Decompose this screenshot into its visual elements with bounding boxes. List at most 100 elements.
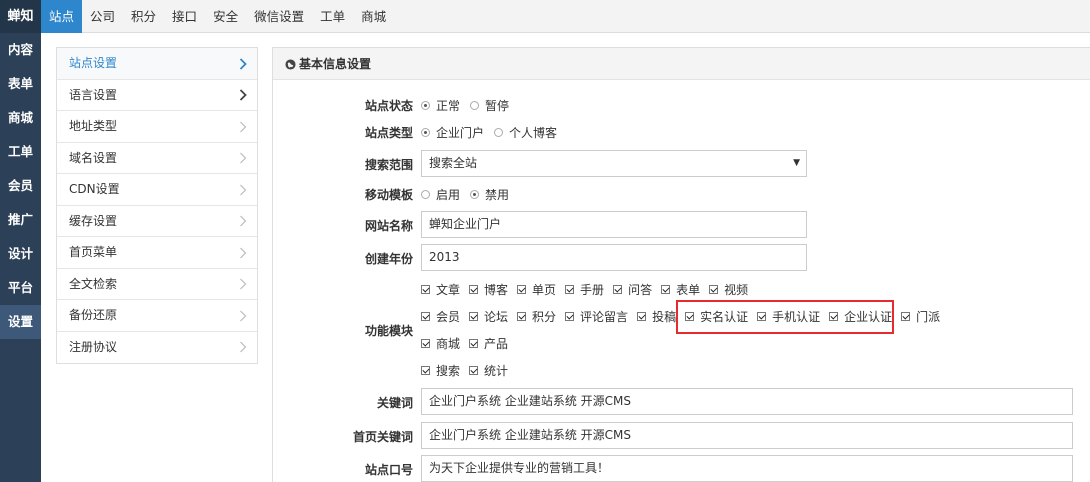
top-tab[interactable]: 微信设置 bbox=[246, 0, 312, 33]
search-scope-select[interactable]: 搜索全站 ▼ bbox=[421, 150, 807, 177]
settings-submenu: 站点设置语言设置 地址类型 域名设置 CDN设置缓存设置 首页菜单 全文检索 备份还原 注册协… bbox=[56, 47, 258, 364]
checkbox[interactable] bbox=[565, 311, 575, 321]
panel-header: 基本信息设置 bbox=[273, 48, 1090, 80]
module-checkbox[interactable]: 会员 bbox=[421, 309, 461, 324]
checkbox[interactable] bbox=[709, 284, 719, 294]
slogan-row: 站点口号 为天下企业提供专业的营销工具！ bbox=[273, 455, 1090, 482]
mobile-template-label: 移动模板 bbox=[364, 188, 413, 202]
checkbox[interactable] bbox=[637, 311, 647, 321]
site-type-option[interactable]: 企业门户 bbox=[421, 124, 484, 141]
home-keywords-input[interactable]: 企业门户系统 企业建站系统 开源CMS bbox=[421, 422, 1073, 449]
top-tab[interactable]: 公司 bbox=[82, 0, 123, 33]
sidebar-item[interactable]: 设计 bbox=[0, 237, 41, 271]
radio-button[interactable] bbox=[470, 101, 480, 110]
top-tab[interactable]: 积分 bbox=[123, 0, 164, 33]
slogan-input[interactable]: 为天下企业提供专业的营销工具！ bbox=[421, 455, 1073, 482]
checkbox[interactable] bbox=[469, 365, 479, 375]
radio-button[interactable] bbox=[494, 128, 504, 137]
checkbox[interactable] bbox=[565, 284, 575, 294]
radio-button[interactable] bbox=[421, 190, 430, 199]
panel-title: 基本信息设置 bbox=[299, 57, 372, 71]
module-checkbox[interactable]: 搜索 bbox=[421, 363, 461, 378]
checkbox[interactable] bbox=[421, 284, 430, 294]
checkbox[interactable] bbox=[517, 284, 527, 294]
submenu-item[interactable]: 备份还原 bbox=[57, 300, 257, 332]
chevron-right-icon bbox=[237, 174, 249, 205]
top-tab[interactable]: 商城 bbox=[353, 0, 394, 33]
sidebar-item[interactable]: 会员 bbox=[0, 169, 41, 203]
sidebar-item[interactable]: 表单 bbox=[0, 67, 41, 101]
checkbox[interactable] bbox=[661, 284, 671, 294]
module-checkbox[interactable]: 论坛 bbox=[469, 309, 508, 324]
module-checkbox[interactable]: 文章 bbox=[421, 282, 460, 297]
submenu-item[interactable]: 语言设置 bbox=[57, 80, 257, 111]
module-checkbox[interactable]: 评论留言 bbox=[565, 309, 628, 324]
module-checkbox[interactable]: 博客 bbox=[469, 282, 508, 297]
mobile-template-option[interactable]: 禁用 bbox=[470, 186, 509, 203]
module-checkbox-label: 积分 bbox=[532, 309, 557, 324]
submenu-item-label: 站点设置 bbox=[69, 56, 118, 70]
top-tab[interactable]: 接口 bbox=[164, 0, 205, 33]
sidebar-item[interactable]: 推广 bbox=[0, 203, 41, 237]
checkbox[interactable] bbox=[469, 311, 479, 321]
brand-logo[interactable]: 蝉知 bbox=[0, 0, 41, 33]
submenu-item[interactable]: 首页菜单 bbox=[57, 237, 257, 269]
module-checkbox[interactable]: 门派 bbox=[901, 309, 941, 324]
top-tab[interactable]: 工单 bbox=[312, 0, 353, 33]
submenu-item[interactable]: 全文检索 bbox=[57, 269, 257, 300]
site-status-option[interactable]: 暂停 bbox=[470, 97, 509, 114]
radio-button[interactable] bbox=[470, 190, 480, 199]
module-checkbox[interactable]: 商城 bbox=[421, 336, 461, 351]
site-status-option[interactable]: 正常 bbox=[421, 97, 460, 114]
keywords-input[interactable]: 企业门户系统 企业建站系统 开源CMS bbox=[421, 388, 1073, 415]
founded-year-row: 创建年份 2013 bbox=[273, 244, 1090, 271]
sidebar-item[interactable]: 内容 bbox=[0, 33, 41, 67]
checkbox[interactable] bbox=[901, 311, 911, 321]
sidebar-item[interactable]: 商城 bbox=[0, 101, 41, 135]
module-checkbox[interactable]: 产品 bbox=[469, 336, 508, 351]
chevron-right-icon bbox=[237, 143, 249, 174]
chevron-right-icon bbox=[237, 237, 249, 268]
radio-button[interactable] bbox=[421, 128, 430, 137]
module-checkbox-label: 门派 bbox=[916, 309, 941, 324]
submenu-item[interactable]: 缓存设置 bbox=[57, 206, 257, 237]
checkbox[interactable] bbox=[613, 284, 623, 294]
checkbox[interactable] bbox=[421, 365, 430, 375]
module-checkbox-label: 搜索 bbox=[436, 363, 461, 378]
checkbox[interactable] bbox=[421, 338, 430, 348]
module-checkbox-label: 商城 bbox=[436, 336, 461, 351]
module-checkbox-label: 单页 bbox=[532, 282, 557, 297]
sidebar-item[interactable]: 平台 bbox=[0, 271, 41, 305]
top-tab[interactable]: 站点 bbox=[41, 0, 83, 33]
module-checkbox[interactable]: 视频 bbox=[709, 282, 748, 297]
sidebar-item[interactable]: 工单 bbox=[0, 135, 41, 169]
checkbox[interactable] bbox=[469, 284, 479, 294]
module-checkbox[interactable]: 问答 bbox=[613, 282, 652, 297]
module-checkbox[interactable]: 单页 bbox=[517, 282, 557, 297]
submenu-item[interactable]: CDN设置 bbox=[57, 174, 257, 206]
founded-year-input[interactable]: 2013 bbox=[421, 244, 807, 271]
module-checkbox-label: 会员 bbox=[436, 309, 461, 324]
sidebar-item[interactable]: 设置 bbox=[0, 305, 41, 339]
site-type-option[interactable]: 个人博客 bbox=[494, 124, 557, 141]
chevron-right-icon bbox=[237, 332, 249, 363]
module-checkbox[interactable]: 积分 bbox=[517, 309, 557, 324]
checkbox[interactable] bbox=[421, 311, 430, 321]
module-checkbox[interactable]: 统计 bbox=[469, 363, 508, 378]
radio-button[interactable] bbox=[421, 101, 430, 110]
submenu-item-label: CDN设置 bbox=[69, 182, 120, 196]
module-checkbox-label: 表单 bbox=[676, 282, 701, 297]
modules-line-3: 商城 产品 bbox=[421, 336, 517, 351]
module-checkbox[interactable]: 表单 bbox=[661, 282, 701, 297]
checkbox[interactable] bbox=[469, 338, 479, 348]
module-checkbox[interactable]: 投稿 bbox=[637, 309, 676, 324]
module-checkbox[interactable]: 手册 bbox=[565, 282, 604, 297]
submenu-item[interactable]: 注册协议 bbox=[57, 332, 257, 364]
submenu-item[interactable]: 域名设置 bbox=[57, 143, 257, 174]
submenu-item[interactable]: 站点设置 bbox=[57, 48, 257, 80]
mobile-template-option[interactable]: 启用 bbox=[421, 186, 460, 203]
checkbox[interactable] bbox=[517, 311, 527, 321]
submenu-item[interactable]: 地址类型 bbox=[57, 111, 257, 143]
top-tab[interactable]: 安全 bbox=[205, 0, 246, 33]
site-name-input[interactable]: 蝉知企业门户 bbox=[421, 211, 807, 238]
